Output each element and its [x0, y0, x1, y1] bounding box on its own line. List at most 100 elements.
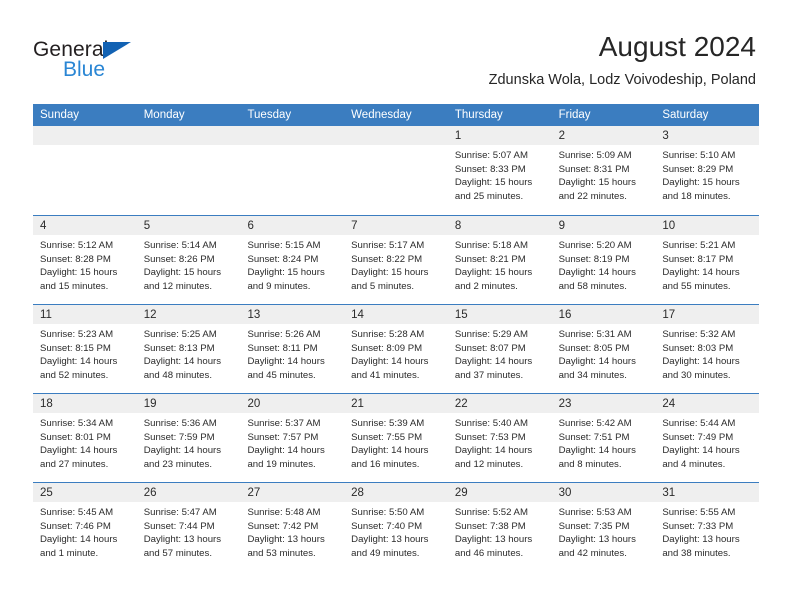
day-number: 29 — [454, 487, 468, 499]
day-number: 30 — [558, 487, 572, 499]
calendar-day-cell[interactable]: 25 Sunrise: 5:45 AM Sunset: 7:46 PM Dayligh… — [33, 483, 137, 571]
calendar-day-cell[interactable]: 21 Sunrise: 5:39 AM Sunset: 7:55 PM Dayligh… — [344, 394, 448, 482]
day-detail-line: Daylight: 14 hours — [143, 445, 222, 457]
day-detail-line: and 5 minutes. — [351, 280, 415, 292]
day-number: 4 — [40, 220, 47, 232]
day-details: Sunrise: 5:48 AM Sunset: 7:42 PM Daylight:… — [240, 502, 344, 571]
calendar-day-cell[interactable]: 5 Sunrise: 5:14 AM Sunset: 8:26 PM Daylight… — [136, 216, 241, 304]
day-number: 6 — [247, 220, 254, 232]
day-details: Sunrise: 5:39 AM Sunset: 7:55 PM Daylight:… — [344, 413, 448, 482]
day-number-band: 13 — [240, 305, 345, 324]
day-detail-line: Daylight: 15 hours — [454, 177, 533, 189]
weekday-header-friday: Friday — [558, 109, 591, 121]
day-detail-line: Sunrise: 5:44 AM — [662, 418, 736, 429]
calendar-day-cell[interactable]: 31 Sunrise: 5:55 AM Sunset: 7:33 PM Dayligh… — [655, 483, 760, 571]
day-detail-line: Sunrise: 5:50 AM — [351, 507, 425, 518]
calendar-day-cell[interactable]: 9 Sunrise: 5:20 AM Sunset: 8:19 PM Daylight… — [551, 216, 656, 304]
day-number-band: 6 — [240, 216, 345, 235]
calendar-day-cell[interactable]: 24 Sunrise: 5:44 AM Sunset: 7:49 PM Dayligh… — [655, 394, 760, 482]
day-number: 22 — [454, 398, 468, 410]
calendar-day-cell[interactable]: 27 Sunrise: 5:48 AM Sunset: 7:42 PM Dayligh… — [240, 483, 345, 571]
day-number-band: 31 — [655, 483, 760, 502]
calendar-day-cell[interactable]: 14 Sunrise: 5:28 AM Sunset: 8:09 PM Dayligh… — [344, 305, 448, 393]
day-number-band: 5 — [136, 216, 241, 235]
calendar-day-cell[interactable]: 13 Sunrise: 5:26 AM Sunset: 8:11 PM Dayligh… — [240, 305, 345, 393]
calendar-day-cell[interactable]: 19 Sunrise: 5:36 AM Sunset: 7:59 PM Dayligh… — [136, 394, 241, 482]
calendar-day-cell[interactable]: 6 Sunrise: 5:15 AM Sunset: 8:24 PM Daylight… — [240, 216, 345, 304]
calendar-day-cell[interactable]: 7 Sunrise: 5:17 AM Sunset: 8:22 PM Daylight… — [344, 216, 448, 304]
day-details: Sunrise: 5:07 AM Sunset: 8:33 PM Daylight:… — [448, 145, 552, 215]
calendar-day-cell[interactable]: 4 Sunrise: 5:12 AM Sunset: 8:28 PM Daylight… — [33, 216, 137, 304]
calendar-day-cell[interactable]: 26 Sunrise: 5:47 AM Sunset: 7:44 PM Dayligh… — [136, 483, 241, 571]
calendar-day-cell[interactable]: 2 Sunrise: 5:09 AM Sunset: 8:31 PM Daylight… — [551, 126, 656, 215]
calendar-day-cell[interactable]: 22 Sunrise: 5:40 AM Sunset: 7:53 PM Dayligh… — [447, 394, 552, 482]
calendar-day-cell[interactable]: 1 Sunrise: 5:07 AM Sunset: 8:33 PM Daylight… — [447, 126, 552, 215]
day-number-band: 19 — [136, 394, 241, 413]
day-detail-line: and 16 minutes. — [351, 458, 420, 470]
calendar-day-cell[interactable]: 30 Sunrise: 5:53 AM Sunset: 7:35 PM Dayligh… — [551, 483, 656, 571]
day-details: Sunrise: 5:21 AM Sunset: 8:17 PM Daylight:… — [655, 235, 759, 304]
day-number: 9 — [558, 220, 565, 232]
day-detail-line: and 12 minutes. — [143, 280, 212, 292]
day-detail-line: and 41 minutes. — [351, 369, 420, 381]
calendar-day-cell[interactable]: 8 Sunrise: 5:18 AM Sunset: 8:21 PM Daylight… — [447, 216, 552, 304]
day-details: Sunrise: 5:20 AM Sunset: 8:19 PM Daylight:… — [552, 235, 656, 304]
day-number-band: 8 — [447, 216, 552, 235]
day-detail-line: Sunset: 8:05 PM — [558, 342, 630, 354]
day-number: 28 — [351, 487, 364, 499]
day-details: Sunrise: 5:42 AM Sunset: 7:51 PM Daylight:… — [552, 413, 656, 482]
weekday-header-wednesday: Wednesday — [351, 109, 412, 121]
day-detail-line: Daylight: 14 hours — [40, 445, 118, 457]
day-detail-line: Sunset: 8:11 PM — [247, 342, 318, 354]
day-number-band: 28 — [344, 483, 448, 502]
day-detail-line: and 1 minute. — [40, 547, 99, 559]
day-number: 20 — [247, 398, 261, 410]
day-number: 26 — [143, 487, 157, 499]
calendar-day-cell[interactable]: 29 Sunrise: 5:52 AM Sunset: 7:38 PM Dayligh… — [447, 483, 552, 571]
calendar-day-cell[interactable]: 16 Sunrise: 5:31 AM Sunset: 8:05 PM Dayligh… — [551, 305, 656, 393]
calendar-day-cell[interactable]: 18 Sunrise: 5:34 AM Sunset: 8:01 PM Dayligh… — [33, 394, 137, 482]
calendar-week-row: 1 Sunrise: 5:07 AM Sunset: 8:33 PM Daylight… — [33, 126, 760, 215]
day-number-band — [33, 126, 137, 145]
day-details: Sunrise: 5:40 AM Sunset: 7:53 PM Daylight:… — [448, 413, 552, 482]
day-number: 19 — [143, 398, 157, 410]
day-detail-line: Sunrise: 5:55 AM — [662, 507, 736, 518]
calendar-grid: Sunday Monday Tuesday Wednesday Thursday Frid… — [33, 104, 760, 571]
day-detail-line: Sunset: 7:42 PM — [247, 520, 319, 532]
day-details — [344, 145, 448, 215]
calendar-day-cell[interactable]: 11 Sunrise: 5:23 AM Sunset: 8:15 PM Dayligh… — [33, 305, 137, 393]
calendar-week-row: 4 Sunrise: 5:12 AM Sunset: 8:28 PM Daylight… — [33, 215, 760, 304]
day-detail-line: and 52 minutes. — [40, 369, 109, 381]
day-number: 12 — [143, 309, 157, 321]
day-number: 25 — [40, 487, 53, 499]
day-details: Sunrise: 5:09 AM Sunset: 8:31 PM Daylight:… — [552, 145, 656, 215]
calendar-day-cell[interactable]: 10 Sunrise: 5:21 AM Sunset: 8:17 PM Dayligh… — [655, 216, 760, 304]
day-number-band: 30 — [551, 483, 656, 502]
day-detail-line: Sunrise: 5:52 AM — [454, 507, 528, 518]
title-block: August 2024 Zdunska Wola, Lodz Voivodesh… — [489, 30, 756, 89]
day-number-band: 27 — [240, 483, 345, 502]
day-details: Sunrise: 5:29 AM Sunset: 8:07 PM Daylight:… — [448, 324, 552, 393]
calendar-day-cell[interactable]: 3 Sunrise: 5:10 AM Sunset: 8:29 PM Daylight… — [655, 126, 760, 215]
calendar-day-cell[interactable]: 17 Sunrise: 5:32 AM Sunset: 8:03 PM Dayligh… — [655, 305, 760, 393]
day-number: 2 — [558, 130, 565, 142]
day-number: 10 — [662, 220, 676, 232]
day-detail-line: Daylight: 15 hours — [143, 267, 222, 279]
day-details: Sunrise: 5:50 AM Sunset: 7:40 PM Daylight:… — [344, 502, 448, 571]
calendar-day-cell[interactable]: 12 Sunrise: 5:25 AM Sunset: 8:13 PM Dayligh… — [136, 305, 241, 393]
calendar-week-row: 18 Sunrise: 5:34 AM Sunset: 8:01 PM Dayligh… — [33, 393, 760, 482]
day-detail-line: Sunset: 8:09 PM — [351, 342, 423, 354]
day-detail-line: Sunrise: 5:25 AM — [143, 329, 217, 340]
day-detail-line: Sunrise: 5:26 AM — [247, 329, 321, 340]
calendar-day-cell[interactable]: 23 Sunrise: 5:42 AM Sunset: 7:51 PM Dayligh… — [551, 394, 656, 482]
day-detail-line: Sunrise: 5:39 AM — [351, 418, 425, 429]
day-detail-line: Sunrise: 5:37 AM — [247, 418, 321, 429]
day-detail-line: Sunrise: 5:47 AM — [143, 507, 217, 518]
day-detail-line: Sunrise: 5:53 AM — [558, 507, 632, 518]
calendar-day-cell[interactable]: 20 Sunrise: 5:37 AM Sunset: 7:57 PM Dayligh… — [240, 394, 345, 482]
day-number-band: 29 — [447, 483, 552, 502]
brand-logo[interactable]: General Blue — [33, 38, 213, 86]
calendar-day-cell[interactable]: 28 Sunrise: 5:50 AM Sunset: 7:40 PM Dayligh… — [344, 483, 448, 571]
calendar-day-cell[interactable]: 15 Sunrise: 5:29 AM Sunset: 8:07 PM Dayligh… — [447, 305, 552, 393]
day-details: Sunrise: 5:32 AM Sunset: 8:03 PM Daylight:… — [655, 324, 759, 393]
